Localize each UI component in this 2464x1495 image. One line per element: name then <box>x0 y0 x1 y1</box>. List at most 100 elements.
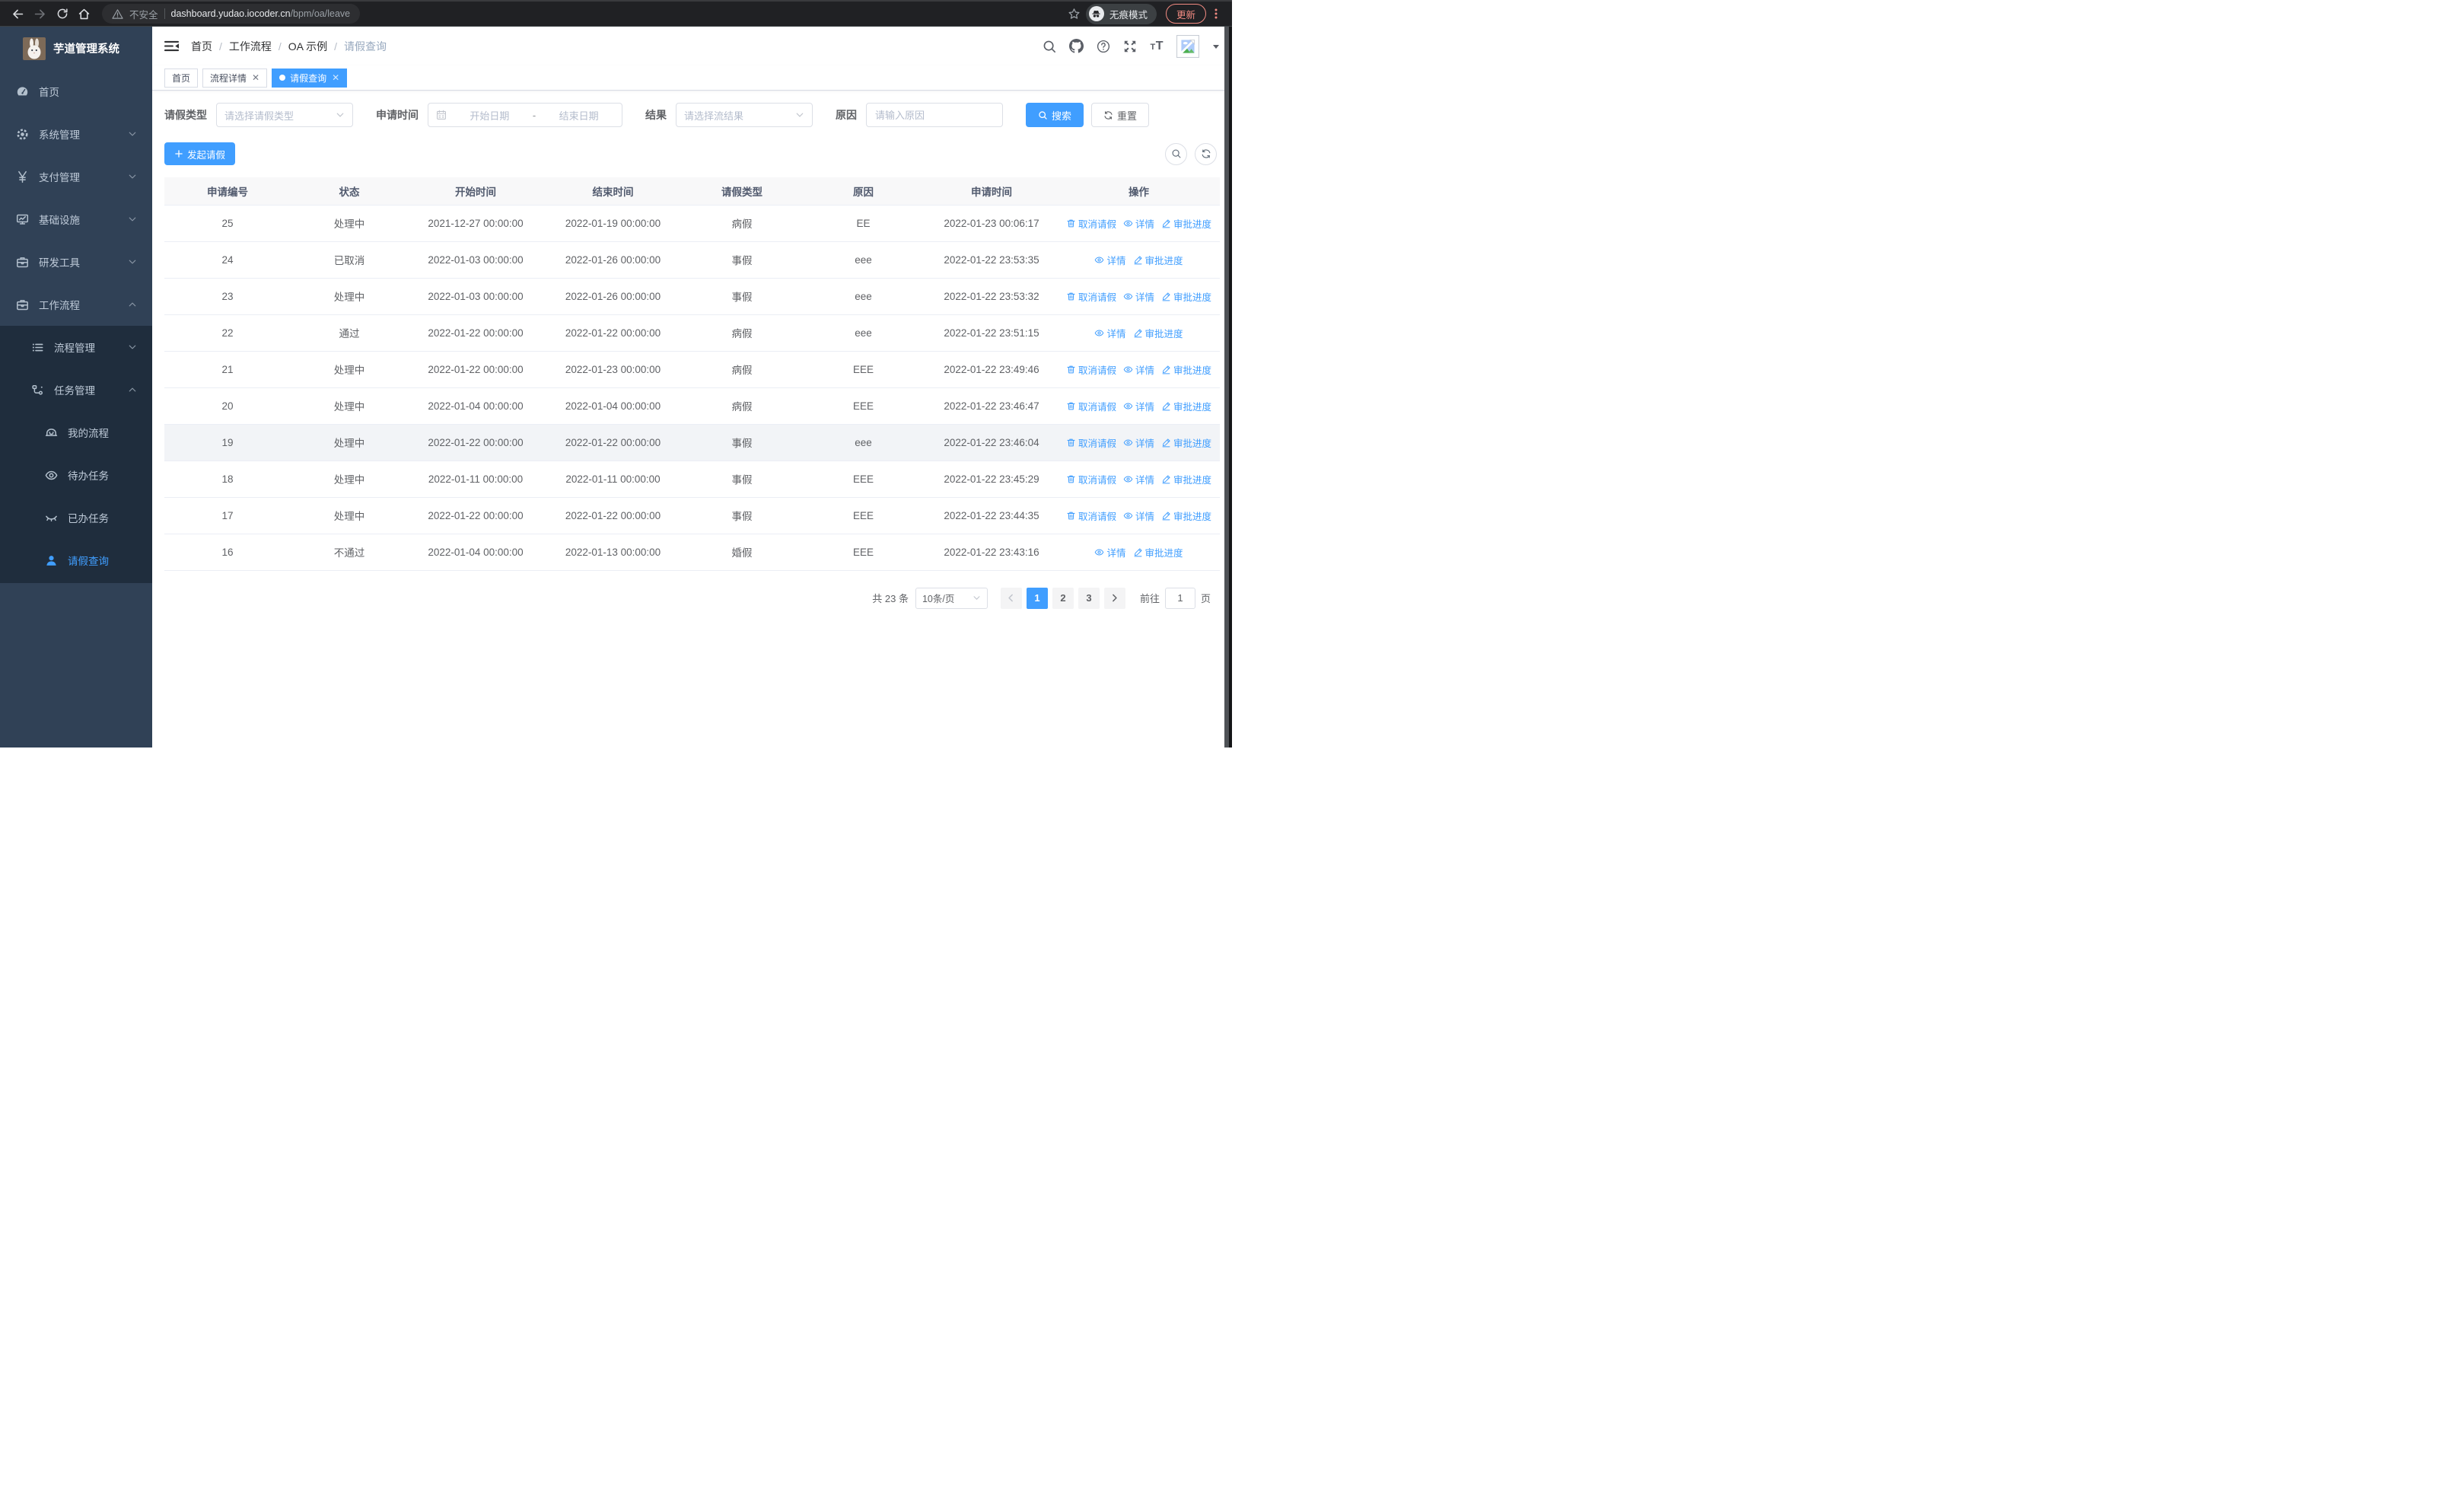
font-size-icon[interactable]: TT <box>1150 40 1164 53</box>
detail-action-link[interactable]: 详情 <box>1123 472 1154 486</box>
reset-button[interactable]: 重置 <box>1091 103 1150 127</box>
refresh-table-button[interactable] <box>1195 142 1217 165</box>
forward-icon[interactable] <box>30 4 50 24</box>
user-avatar[interactable] <box>1176 34 1199 58</box>
chevron-down-icon <box>128 215 137 224</box>
page-size-select[interactable]: 10条/页 <box>915 587 988 609</box>
cell-id: 19 <box>164 424 291 461</box>
column-header: 原因 <box>801 177 925 206</box>
chevron-down-icon <box>128 257 137 266</box>
eye-small-icon <box>1123 218 1133 228</box>
search-button[interactable]: 搜索 <box>1026 103 1084 127</box>
reload-icon[interactable] <box>52 4 72 24</box>
cell-end: 2022-01-22 00:00:00 <box>543 424 683 461</box>
progress-action-link[interactable]: 审批进度 <box>1161 435 1211 450</box>
result-select[interactable]: 请选择流结果 <box>676 103 813 127</box>
cancel-action-link[interactable]: 取消请假 <box>1066 399 1116 413</box>
trash-icon <box>1066 438 1076 448</box>
browser-update-button[interactable]: 更新 <box>1165 4 1206 24</box>
detail-action-link[interactable]: 详情 <box>1123 508 1154 523</box>
leave-type-select[interactable]: 请选择请假类型 <box>216 103 353 127</box>
sidebar-item-label: 请假查询 <box>68 556 109 567</box>
sidebar-item-infrastructure[interactable]: 基础设施 <box>0 198 152 241</box>
sidebar-collapse-icon[interactable] <box>164 39 179 53</box>
page-button-3[interactable]: 3 <box>1078 587 1100 609</box>
page-scrollbar[interactable] <box>1224 27 1232 748</box>
cell-start: 2022-01-22 00:00:00 <box>408 351 543 388</box>
goto-page-input[interactable] <box>1164 587 1195 609</box>
progress-action-link[interactable]: 审批进度 <box>1161 216 1211 231</box>
apply-time-range-picker[interactable]: 开始日期 - 结束日期 <box>428 103 622 127</box>
back-icon[interactable] <box>8 4 28 24</box>
detail-action-link[interactable]: 详情 <box>1094 326 1126 340</box>
progress-action-link[interactable]: 审批进度 <box>1161 362 1211 377</box>
start-date-placeholder: 开始日期 <box>470 110 510 122</box>
home-icon[interactable] <box>74 4 94 24</box>
create-leave-button[interactable]: 发起请假 <box>164 142 236 165</box>
progress-action-link[interactable]: 审批进度 <box>1161 289 1211 304</box>
progress-action-link[interactable]: 审批进度 <box>1161 472 1211 486</box>
detail-action-link[interactable]: 详情 <box>1094 253 1126 267</box>
cancel-action-link[interactable]: 取消请假 <box>1066 472 1116 486</box>
breadcrumb-item[interactable]: OA 示例 <box>288 39 327 54</box>
progress-action-link[interactable]: 审批进度 <box>1133 545 1183 559</box>
detail-action-link[interactable]: 详情 <box>1094 545 1126 559</box>
page-button-1[interactable]: 1 <box>1026 587 1048 609</box>
help-icon[interactable] <box>1097 40 1110 53</box>
cell-apply: 2022-01-22 23:49:46 <box>925 351 1058 388</box>
detail-action-link[interactable]: 详情 <box>1123 289 1154 304</box>
progress-action-link[interactable]: 审批进度 <box>1161 399 1211 413</box>
prev-page-button[interactable] <box>1000 587 1022 609</box>
page-button-2[interactable]: 2 <box>1052 587 1074 609</box>
tab-home[interactable]: 首页 <box>164 68 199 88</box>
sidebar-item-payment-management[interactable]: 支付管理 <box>0 155 152 198</box>
detail-action-link[interactable]: 详情 <box>1123 435 1154 450</box>
cancel-action-link[interactable]: 取消请假 <box>1066 289 1116 304</box>
eye-icon <box>44 469 58 482</box>
yen-icon <box>15 171 29 183</box>
reason-input[interactable] <box>868 104 1001 126</box>
breadcrumb: 首页 / 工作流程 / OA 示例 / 请假查询 <box>191 39 387 54</box>
cancel-action-link[interactable]: 取消请假 <box>1066 216 1116 231</box>
sidebar-item-task-management[interactable]: 任务管理 <box>0 368 152 411</box>
avatar-caret-icon[interactable] <box>1212 43 1220 50</box>
breadcrumb-item[interactable]: 工作流程 <box>229 39 272 54</box>
sidebar-item-home[interactable]: 首页 <box>0 70 152 113</box>
detail-action-link[interactable]: 详情 <box>1123 362 1154 377</box>
tab-leave-query[interactable]: 请假查询 ✕ <box>272 68 348 88</box>
app-title: 芋道管理系统 <box>53 43 119 56</box>
sidebar-item-process-management[interactable]: 流程管理 <box>0 326 152 368</box>
progress-action-link[interactable]: 审批进度 <box>1133 326 1183 340</box>
address-bar[interactable]: 不安全 dashboard.yudao.iocoder.cn/bpm/oa/le… <box>102 4 361 24</box>
sidebar-item-system-management[interactable]: 系统管理 <box>0 113 152 155</box>
next-page-button[interactable] <box>1103 587 1125 609</box>
close-icon[interactable]: ✕ <box>332 73 339 82</box>
sidebar-item-todo-tasks[interactable]: 待办任务 <box>0 454 152 496</box>
fullscreen-icon[interactable] <box>1123 40 1137 53</box>
sidebar-item-done-tasks[interactable]: 已办任务 <box>0 496 152 539</box>
detail-action-link[interactable]: 详情 <box>1123 216 1154 231</box>
goto-unit: 页 <box>1200 593 1211 604</box>
tab-process-detail[interactable]: 流程详情 ✕ <box>202 68 268 88</box>
progress-action-link[interactable]: 审批进度 <box>1133 253 1183 267</box>
breadcrumb-item[interactable]: 首页 <box>191 39 212 54</box>
detail-action-link[interactable]: 详情 <box>1123 399 1154 413</box>
cancel-action-link[interactable]: 取消请假 <box>1066 508 1116 523</box>
bookmark-star-icon[interactable] <box>1064 4 1084 24</box>
sidebar-item-my-process[interactable]: 我的流程 <box>0 411 152 454</box>
cell-status: 通过 <box>291 314 408 352</box>
toggle-search-button[interactable] <box>1165 142 1187 165</box>
table-row-17: 17 处理中 2022-01-22 00:00:00 2022-01-22 00:00… <box>164 497 1220 534</box>
close-icon[interactable]: ✕ <box>252 73 259 82</box>
github-icon[interactable] <box>1069 39 1084 53</box>
progress-action-link[interactable]: 审批进度 <box>1161 508 1211 523</box>
sidebar-item-workflow[interactable]: 工作流程 <box>0 283 152 326</box>
sidebar-item-leave-query[interactable]: 请假查询 <box>0 539 152 582</box>
sidebar-item-dev-tools[interactable]: 研发工具 <box>0 241 152 283</box>
gear-icon <box>15 128 29 141</box>
browser-menu-icon[interactable] <box>1208 5 1224 22</box>
search-icon[interactable] <box>1043 40 1056 53</box>
cancel-action-link[interactable]: 取消请假 <box>1066 435 1116 450</box>
incognito-icon <box>1088 6 1104 21</box>
cancel-action-link[interactable]: 取消请假 <box>1066 362 1116 377</box>
